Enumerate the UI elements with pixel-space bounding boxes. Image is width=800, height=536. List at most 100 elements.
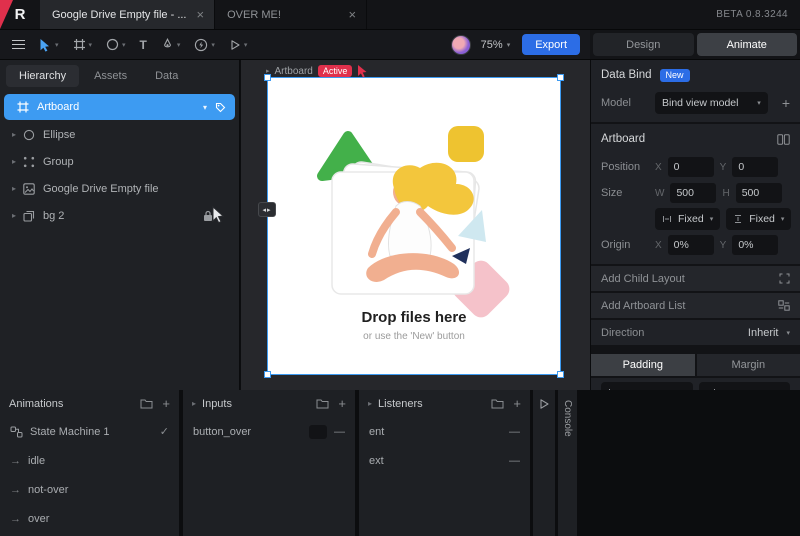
plus-icon[interactable]: + (513, 397, 521, 410)
folder-icon[interactable] (491, 398, 504, 409)
expander-icon[interactable]: ▸ (9, 157, 19, 166)
tree-item-ellipse[interactable]: ▸ Ellipse (0, 121, 239, 148)
expander-icon[interactable]: ▸ (192, 399, 196, 408)
tree-item-image[interactable]: ▸ Google Drive Empty file (0, 175, 239, 202)
fit-height-select[interactable]: Fixed ▾ (726, 208, 792, 230)
tab-padding[interactable]: Padding (591, 354, 695, 376)
chevron-down-icon[interactable]: ▾ (203, 103, 207, 112)
chevron-down-icon[interactable]: ▾ (55, 41, 59, 49)
zoom-control[interactable]: 75% ▾ (481, 39, 511, 51)
pen-tool-icon (161, 38, 174, 51)
artboard-name-label[interactable]: Artboard (275, 66, 313, 77)
add-artboard-list-button[interactable]: Add Artboard List (591, 293, 800, 318)
edge-resize-widget[interactable]: ◂▸ (258, 202, 276, 217)
resize-handle-bottom-left[interactable] (264, 371, 271, 378)
input-item-button-over[interactable]: button_over — (183, 417, 355, 446)
canvas-stage[interactable]: ▸ Artboard Active Drop files here or use… (241, 60, 590, 390)
animations-title: Animations (9, 397, 64, 410)
model-select[interactable]: Bind view model ▾ (655, 92, 768, 114)
resize-handle-top-right[interactable] (557, 74, 564, 81)
select-tool[interactable]: ▾ (39, 38, 59, 52)
play-button-icon[interactable] (538, 398, 550, 410)
fit-width-select[interactable]: Fixed ▾ (655, 208, 721, 230)
plus-icon[interactable]: + (162, 397, 170, 410)
listener-item-ext[interactable]: ext — (359, 446, 530, 475)
pen-tool[interactable]: ▾ (161, 38, 181, 51)
folder-icon[interactable] (140, 398, 153, 409)
file-tab-active[interactable]: Google Drive Empty file - ... × (40, 0, 216, 29)
expander-icon[interactable]: ▸ (9, 130, 19, 139)
play-tool[interactable]: ▾ (229, 39, 248, 51)
artboard-tool[interactable]: ▾ (73, 38, 93, 51)
origin-y-input[interactable]: 0% (732, 235, 779, 255)
child-layout-icon (779, 273, 790, 284)
shape-tool[interactable]: ▾ (106, 38, 126, 51)
chevron-down-icon[interactable]: ▾ (244, 41, 248, 49)
tree-item-artboard[interactable]: Artboard ▾ (4, 94, 235, 120)
animation-item-not-over[interactable]: → not-over (0, 475, 179, 504)
tab-hierarchy[interactable]: Hierarchy (6, 65, 80, 87)
padding-input[interactable] (601, 382, 693, 390)
lock-icon[interactable] (203, 210, 213, 222)
input-value-box[interactable] (309, 424, 327, 439)
tab-data[interactable]: Data (142, 65, 191, 87)
remove-icon[interactable]: — (509, 455, 520, 467)
direction-select[interactable]: Inherit ▾ (748, 327, 790, 339)
console-tab-label[interactable]: Console (562, 400, 573, 536)
file-tab-label: Google Drive Empty file - ... (52, 8, 187, 21)
plus-icon[interactable]: + (338, 397, 346, 410)
tag-icon[interactable] (215, 102, 226, 113)
bolt-tool-icon (194, 38, 208, 52)
animation-item-state-machine[interactable]: State Machine 1 ✓ (0, 417, 179, 446)
tab-margin[interactable]: Margin (696, 354, 800, 376)
tree-item-group[interactable]: ▸ Group (0, 148, 239, 175)
rive-logo[interactable]: R (0, 0, 40, 29)
layout-columns-icon[interactable] (777, 133, 790, 145)
expander-icon[interactable]: ▸ (9, 211, 19, 220)
artboard[interactable]: Drop files here or use the 'New' button … (258, 74, 564, 378)
tab-assets[interactable]: Assets (81, 65, 140, 87)
size-w-input[interactable]: 500 (670, 183, 717, 203)
chevron-down-icon[interactable]: ▾ (211, 41, 215, 49)
expander-icon[interactable]: ▸ (9, 184, 19, 193)
remove-icon[interactable]: — (509, 426, 520, 438)
tab-design[interactable]: Design (593, 33, 694, 56)
listener-item-ent[interactable]: ent — (359, 417, 530, 446)
y-axis-label: Y (719, 239, 727, 251)
origin-x-input[interactable]: 0% (667, 235, 714, 255)
export-button[interactable]: Export (522, 34, 580, 55)
close-icon[interactable]: × (197, 8, 205, 21)
menu-icon[interactable] (12, 39, 25, 50)
chevron-down-icon[interactable]: ▾ (89, 41, 93, 49)
fit-height-icon (735, 215, 742, 223)
tab-animate[interactable]: Animate (696, 33, 797, 56)
close-icon[interactable]: × (349, 8, 357, 21)
add-model-button[interactable]: + (782, 96, 790, 110)
chevron-down-icon[interactable]: ▾ (122, 41, 126, 49)
bolt-tool[interactable]: ▾ (194, 38, 215, 52)
position-y-input[interactable]: 0 (732, 157, 779, 177)
size-h-input[interactable]: 500 (735, 183, 782, 203)
console-strip[interactable]: Console (558, 390, 577, 536)
chevron-down-icon[interactable]: ▾ (177, 41, 181, 49)
folder-icon[interactable] (316, 398, 329, 409)
padding-input[interactable] (698, 382, 790, 390)
expander-icon[interactable]: ▸ (368, 399, 372, 408)
position-x-input[interactable]: 0 (667, 157, 714, 177)
chevron-down-icon: ▾ (786, 329, 790, 337)
add-child-layout-button[interactable]: Add Child Layout (591, 266, 800, 291)
remove-icon[interactable]: — (334, 426, 345, 438)
text-tool[interactable]: T (140, 38, 147, 52)
resize-handle-top-left[interactable] (264, 74, 271, 81)
fit-width-value: Fixed (678, 213, 704, 225)
file-tab[interactable]: OVER ME! × (215, 0, 368, 29)
avatar[interactable] (450, 34, 471, 55)
padding-values-row (591, 378, 800, 390)
animation-item-idle[interactable]: → idle (0, 446, 179, 475)
direction-label: Direction (601, 326, 645, 339)
state-machine-icon (10, 426, 23, 437)
x-axis-label: X (655, 239, 662, 251)
animation-item-over[interactable]: → over (0, 504, 179, 533)
tree-item-bg2[interactable]: ▸ bg 2 (0, 202, 239, 229)
resize-handle-bottom-right[interactable] (557, 371, 564, 378)
